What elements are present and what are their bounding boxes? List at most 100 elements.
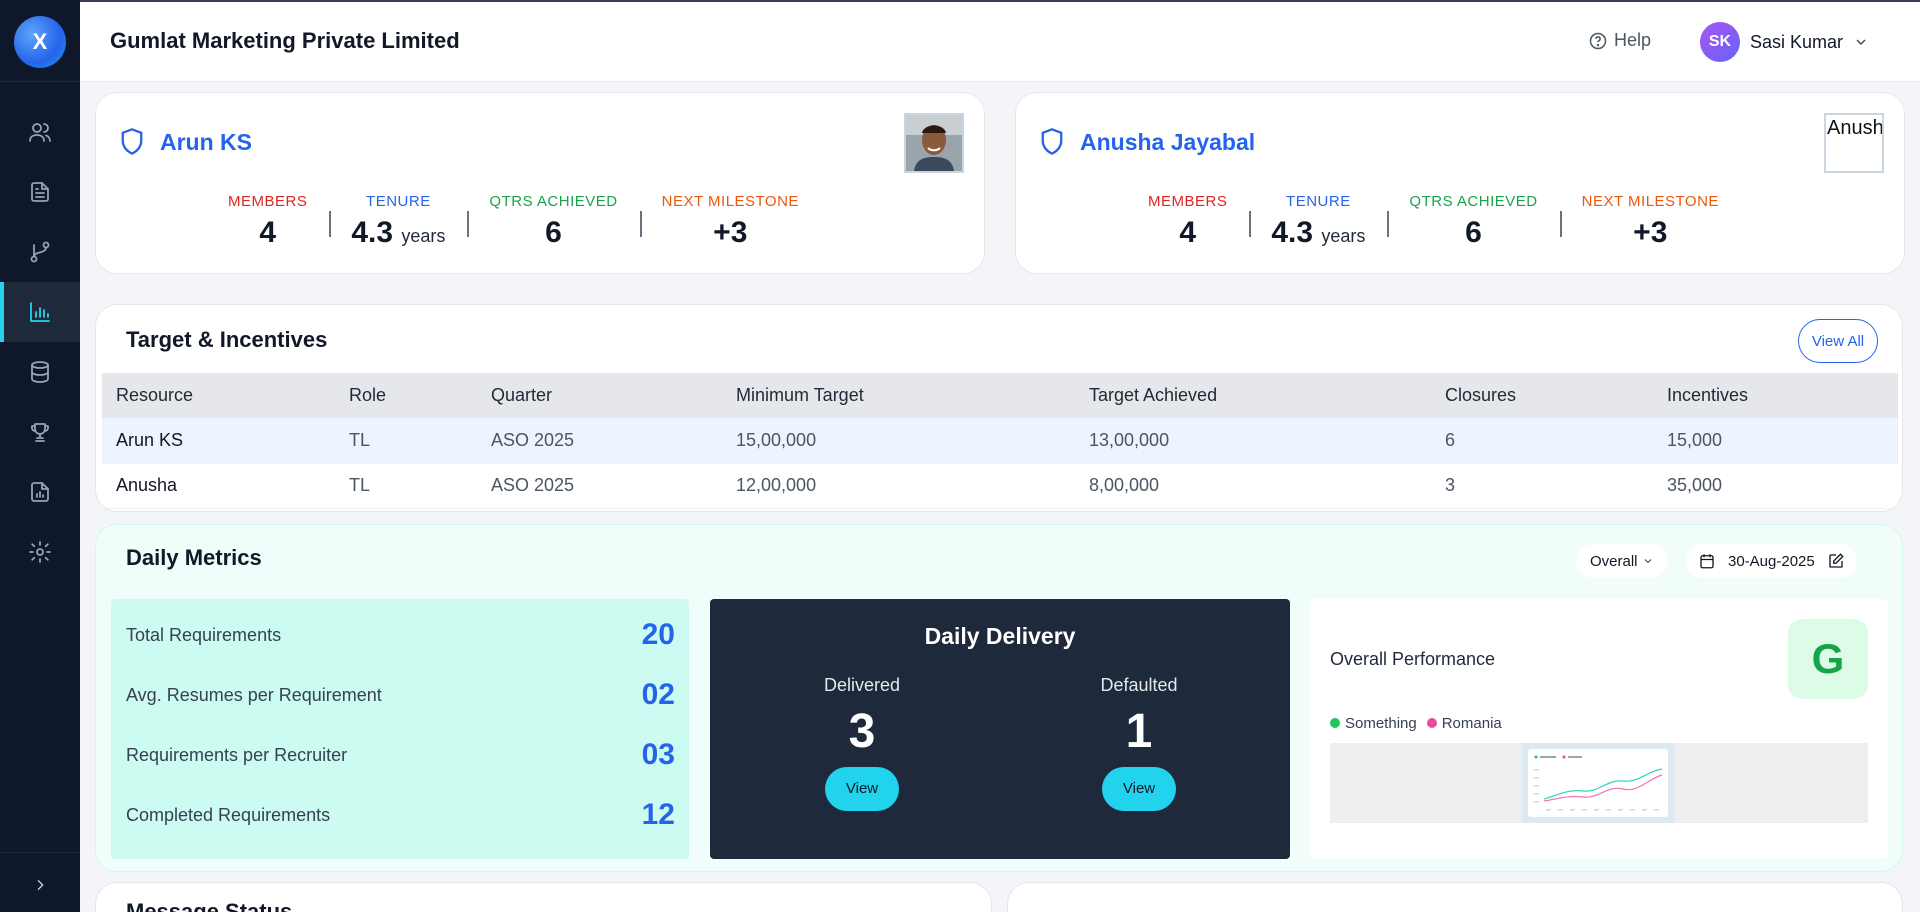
profile-stats: MEMBERS 4 TENURE 4.3 years QTRS ACHIEVED… [206, 193, 821, 253]
person-photo-icon [906, 115, 962, 171]
col-target-achieved[interactable]: Target Achieved [1075, 373, 1431, 418]
stat-unit: years [1321, 226, 1366, 246]
table-header-row: Resource Role Quarter Minimum Target Tar… [102, 373, 1898, 418]
legend-item: Something [1330, 715, 1417, 732]
message-status-card: Message Status [95, 882, 992, 912]
stat-tenure: TENURE 4.3 years [329, 193, 467, 253]
sidebar: X [0, 0, 80, 912]
cell-quarter: ASO 2025 [477, 463, 722, 509]
daily-metrics-card: Daily Metrics Overall 30-Aug-2025 Total … [95, 524, 1903, 872]
trophy-icon [31, 423, 49, 442]
stat-next-milestone: NEXT MILESTONE +3 [639, 193, 821, 253]
delivered-column: Delivered 3 View [762, 675, 962, 811]
sidebar-item-users[interactable] [0, 102, 80, 162]
metric-row: Total Requirements 20 [126, 615, 675, 655]
delivered-label: Delivered [823, 675, 901, 695]
stat-label: QTRS ACHIEVED [1409, 193, 1538, 210]
shield-icon [1038, 127, 1066, 157]
metric-row: Requirements per Recruiter 03 [126, 735, 675, 775]
cell-resource: Arun KS [102, 418, 335, 464]
user-menu[interactable]: SK Sasi Kumar [1700, 22, 1869, 62]
sidebar-item-reports[interactable] [0, 462, 80, 522]
profile-name[interactable]: Arun KS [160, 129, 252, 156]
metric-row: Avg. Resumes per Requirement 02 [126, 675, 675, 715]
col-quarter[interactable]: Quarter [477, 373, 722, 418]
table-row[interactable]: Anusha TL ASO 2025 12,00,000 8,00,000 3 … [102, 463, 1898, 509]
stat-value: 4 [259, 216, 277, 249]
metric-value: 12 [641, 798, 675, 831]
date-picker[interactable]: 30-Aug-2025 [1686, 544, 1857, 578]
cell-role: TL [335, 418, 477, 464]
cell-quarter: ASO 2025 [477, 418, 722, 464]
col-incentives[interactable]: Incentives [1653, 373, 1898, 418]
stat-value: 4.3 [351, 216, 394, 249]
chevron-right-icon [37, 879, 44, 891]
defaulted-value: 1 [1125, 705, 1153, 758]
grade-badge: G [1788, 619, 1868, 699]
sidebar-item-database[interactable] [0, 342, 80, 402]
avatar: SK [1700, 22, 1740, 62]
stat-label: NEXT MILESTONE [661, 193, 799, 210]
sidebar-bottom-divider [0, 852, 80, 853]
col-minimum-target[interactable]: Minimum Target [722, 373, 1075, 418]
table-row[interactable]: Arun KS TL ASO 2025 15,00,000 13,00,000 … [102, 418, 1898, 464]
view-delivered-button[interactable]: View [825, 767, 899, 811]
profile-card-arun: Arun KS MEMBERS 4 TENURE 4.3 years QTRS … [95, 92, 985, 274]
overall-dropdown[interactable]: Overall [1576, 544, 1668, 578]
report-icon [31, 482, 49, 502]
view-defaulted-button[interactable]: View [1102, 767, 1176, 811]
help-icon [1589, 32, 1607, 49]
sidebar-item-achievements[interactable] [0, 402, 80, 462]
stat-label: TENURE [366, 193, 431, 210]
stat-members: MEMBERS 4 [206, 193, 329, 253]
overall-performance-panel: Overall Performance G Something Romania [1310, 599, 1888, 859]
sidebar-item-settings[interactable] [0, 522, 80, 582]
cell-closures: 3 [1431, 463, 1653, 509]
stat-qtrs-achieved: QTRS ACHIEVED 6 [1387, 193, 1559, 253]
stat-label: MEMBERS [228, 193, 308, 210]
cell-incentives: 35,000 [1653, 463, 1898, 509]
help-label: Help [1614, 30, 1652, 50]
user-name: Sasi Kumar [1750, 31, 1844, 52]
sidebar-item-pipeline[interactable] [0, 222, 80, 282]
profile-photo-broken: Anush [1824, 113, 1884, 173]
shield-icon [118, 127, 146, 157]
company-name: Gumlat Marketing Private Limited [110, 28, 460, 53]
sidebar-item-analytics[interactable] [0, 282, 80, 342]
metric-label: Completed Requirements [126, 804, 331, 825]
section-title: Message Status [126, 899, 293, 912]
col-resource[interactable]: Resource [102, 373, 335, 418]
bar-chart-icon [30, 302, 50, 322]
col-closures[interactable]: Closures [1431, 373, 1653, 418]
chevron-down-icon [1644, 559, 1651, 564]
profile-card-anusha: Anusha Jayabal Anush MEMBERS 4 TENURE 4.… [1015, 92, 1905, 274]
stat-next-milestone: NEXT MILESTONE +3 [1559, 193, 1741, 253]
stat-value: 4 [1179, 216, 1197, 249]
stat-unit: years [401, 226, 446, 246]
app-logo[interactable]: X [14, 16, 66, 68]
cell-resource: Anusha [102, 463, 335, 509]
cell-incentives: 15,000 [1653, 418, 1898, 464]
line-chart-thumbnail-icon [1534, 755, 1663, 811]
cell-closures: 6 [1431, 418, 1653, 464]
profile-name[interactable]: Anusha Jayabal [1080, 129, 1255, 156]
top-header: Gumlat Marketing Private Limited Help SK… [80, 0, 1920, 82]
stat-value: 4.3 [1271, 216, 1314, 249]
chevron-down-icon [1856, 39, 1866, 45]
stat-tenure: TENURE 4.3 years [1249, 193, 1387, 253]
sidebar-expand-button[interactable] [25, 870, 55, 900]
cell-target-achieved: 8,00,000 [1075, 463, 1431, 509]
photo-alt-text: Anush [1827, 117, 1882, 139]
stat-value: +3 [1633, 216, 1668, 249]
stat-qtrs-achieved: QTRS ACHIEVED 6 [467, 193, 639, 253]
sidebar-item-documents[interactable] [0, 162, 80, 222]
edit-icon[interactable] [1827, 552, 1845, 570]
view-all-button[interactable]: View All [1798, 319, 1878, 363]
col-role[interactable]: Role [335, 373, 477, 418]
metric-label: Requirements per Recruiter [126, 744, 348, 765]
help-link[interactable]: Help [1588, 30, 1651, 51]
stat-label: MEMBERS [1148, 193, 1228, 210]
stat-label: QTRS ACHIEVED [489, 193, 618, 210]
profile-photo [904, 113, 964, 173]
stat-label: TENURE [1286, 193, 1351, 210]
